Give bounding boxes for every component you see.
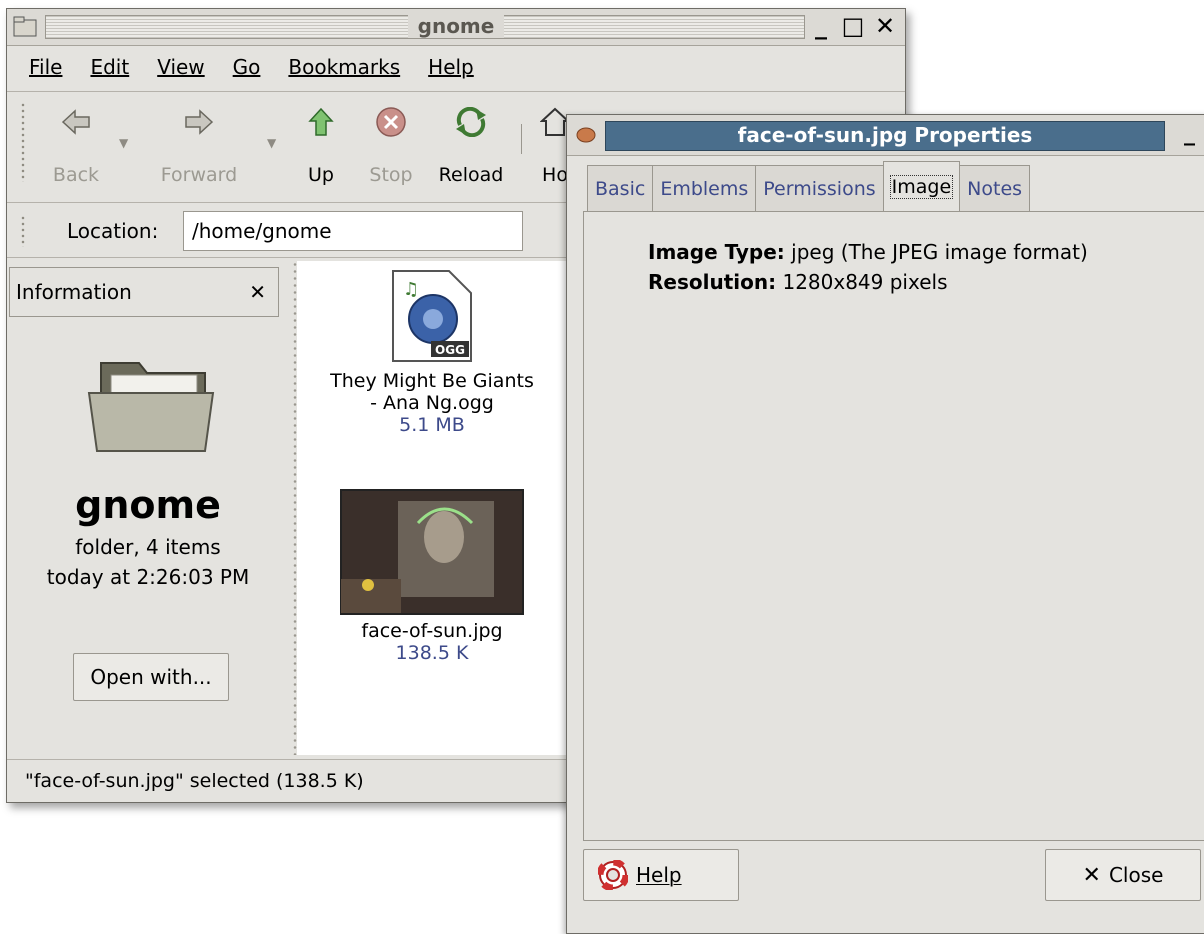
- tab-image-label: Image: [889, 175, 954, 199]
- audio-file-icon: ♫ OGG: [392, 270, 472, 362]
- toolbar-separator: [521, 124, 522, 154]
- sidepane-title: Information: [16, 280, 132, 304]
- information-sidepane: Information ✕ gnome folder, 4 items toda…: [7, 261, 289, 755]
- file-item[interactable]: face-of-sun.jpg 138.5 K: [307, 489, 557, 664]
- menu-view[interactable]: View: [157, 55, 204, 79]
- file-item[interactable]: ♫ OGG They Might Be Giants - Ana Ng.ogg …: [307, 269, 557, 436]
- menu-bookmarks[interactable]: Bookmarks: [288, 55, 400, 79]
- forward-arrow-icon: [149, 100, 249, 144]
- tab-notes[interactable]: Notes: [959, 165, 1031, 211]
- tab-image[interactable]: Image: [882, 161, 961, 212]
- menu-file[interactable]: File: [29, 55, 62, 79]
- tab-bar: Basic Emblems Permissions Image Notes: [587, 161, 1031, 212]
- close-button[interactable]: ✕: [873, 13, 897, 39]
- up-arrow-icon: [303, 100, 339, 144]
- menu-help[interactable]: Help: [428, 55, 474, 79]
- location-input[interactable]: [183, 211, 523, 251]
- forward-dropdown-icon[interactable]: ▼: [267, 136, 276, 150]
- file-size: 5.1 MB: [399, 414, 465, 436]
- menubar: File Edit View Go Bookmarks Help: [7, 49, 905, 85]
- svg-text:♫: ♫: [403, 279, 419, 300]
- image-thumbnail: [340, 489, 524, 615]
- open-with-button[interactable]: Open with...: [73, 653, 229, 701]
- maximize-button[interactable]: □: [841, 13, 865, 39]
- folder-name: gnome: [75, 483, 221, 527]
- reload-button[interactable]: Reload: [433, 100, 509, 186]
- close-label: Close: [1108, 863, 1164, 887]
- tab-permissions[interactable]: Permissions: [755, 165, 884, 211]
- forward-button[interactable]: Forward: [149, 100, 249, 186]
- folder-icon: [87, 362, 215, 452]
- dialog-titlebar[interactable]: face-of-sun.jpg Properties _ ✕: [567, 115, 1204, 156]
- back-button[interactable]: Back: [41, 100, 111, 186]
- sidepane-close-icon[interactable]: ✕: [249, 280, 266, 304]
- window-title: gnome: [7, 14, 905, 38]
- tab-basic[interactable]: Basic: [587, 165, 654, 211]
- menu-edit[interactable]: Edit: [90, 55, 129, 79]
- file-name-line1: They Might Be Giants: [330, 370, 534, 392]
- window-titlebar[interactable]: gnome _ □ ✕: [7, 9, 905, 46]
- file-name-line2: - Ana Ng.ogg: [370, 392, 494, 414]
- toolbar-grip[interactable]: [21, 102, 25, 182]
- minimize-button[interactable]: _: [809, 13, 833, 39]
- image-tab-panel: Image Type: jpeg (The JPEG image format)…: [583, 211, 1204, 841]
- back-dropdown-icon[interactable]: ▼: [119, 136, 128, 150]
- help-button[interactable]: Help: [583, 849, 739, 901]
- resolution-value: 1280x849 pixels: [782, 270, 948, 294]
- close-x-icon: ✕: [1082, 862, 1101, 888]
- reload-icon: [433, 100, 509, 144]
- location-grip[interactable]: [21, 215, 25, 247]
- lifebuoy-icon: [598, 860, 628, 890]
- dialog-menu-icon[interactable]: [575, 125, 597, 145]
- file-name: face-of-sun.jpg: [361, 620, 503, 642]
- folder-modified: today at 2:26:03 PM: [46, 565, 250, 589]
- dialog-title: face-of-sun.jpg Properties: [737, 123, 1033, 147]
- resolution-label: Resolution:: [648, 270, 777, 294]
- close-dialog-button[interactable]: ✕ Close: [1045, 849, 1201, 901]
- image-type-value: jpeg (The JPEG image format): [791, 240, 1088, 264]
- file-size: 138.5 K: [395, 642, 469, 664]
- properties-dialog: face-of-sun.jpg Properties _ ✕ Basic Emb…: [566, 114, 1204, 934]
- resolution-row: Resolution: 1280x849 pixels: [648, 270, 948, 294]
- folder-info: folder, 4 items: [75, 535, 221, 559]
- up-button[interactable]: Up: [303, 100, 339, 186]
- location-label: Location:: [67, 219, 159, 243]
- tab-emblems[interactable]: Emblems: [652, 165, 757, 211]
- dialog-minimize-button[interactable]: _: [1184, 121, 1195, 146]
- help-label: Help: [636, 863, 682, 887]
- sidepane-selector[interactable]: Information ✕: [9, 267, 279, 317]
- file-badge: OGG: [435, 343, 465, 357]
- image-type-row: Image Type: jpeg (The JPEG image format): [648, 240, 1088, 264]
- stop-button[interactable]: Stop: [363, 100, 419, 186]
- menu-go[interactable]: Go: [233, 55, 261, 79]
- back-arrow-icon: [41, 100, 111, 144]
- image-type-label: Image Type:: [648, 240, 785, 264]
- stop-icon: [363, 100, 419, 144]
- pane-divider[interactable]: [289, 261, 297, 755]
